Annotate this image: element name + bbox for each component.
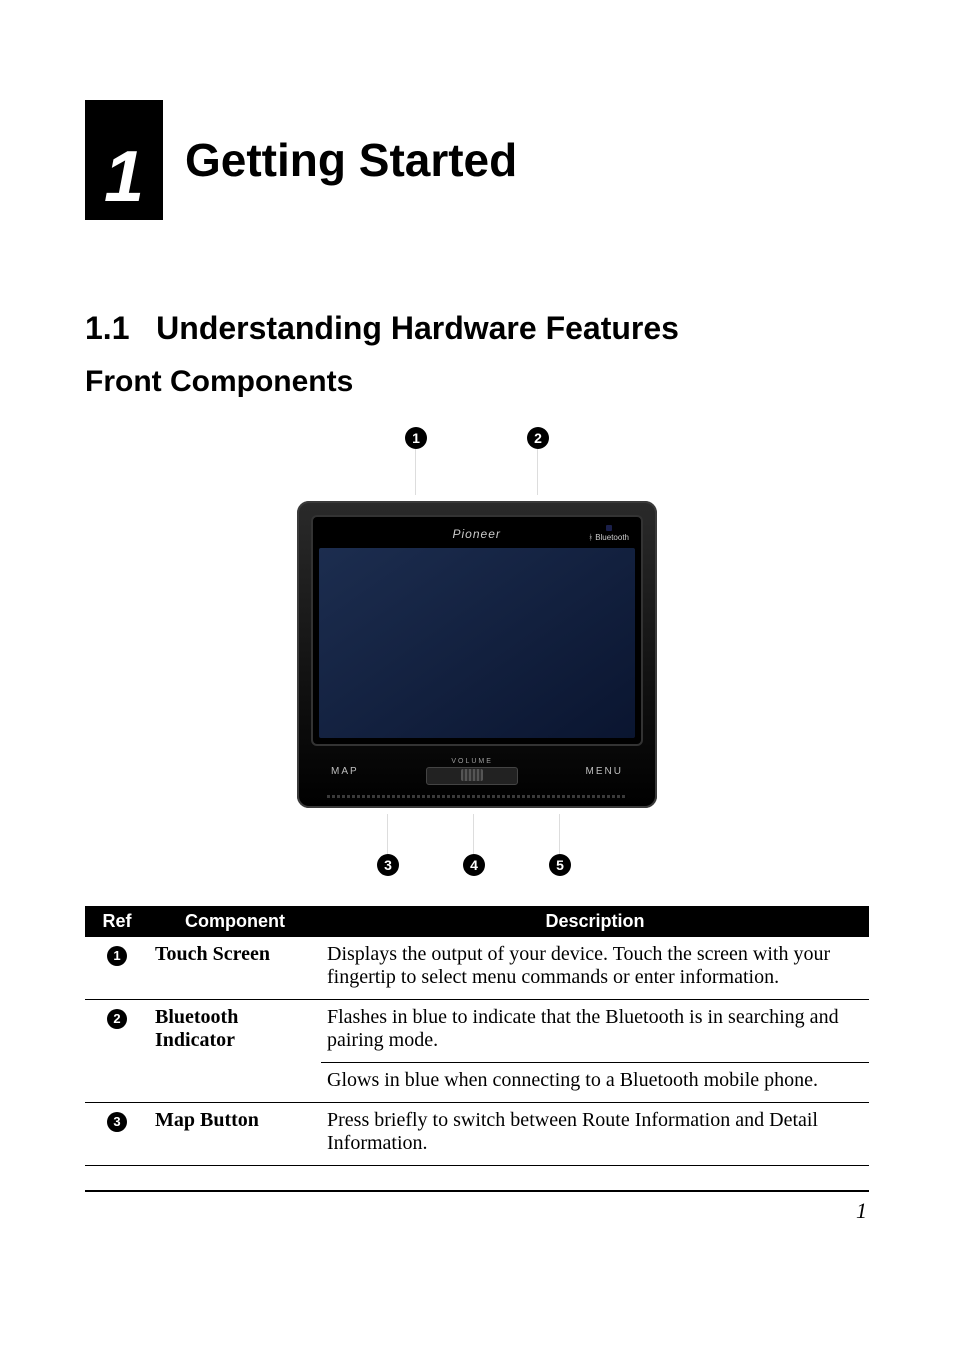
- callout-line: [559, 814, 561, 854]
- table-cell-description: Displays the output of your device. Touc…: [321, 937, 869, 1000]
- callout-line: [387, 814, 389, 854]
- ref-badge: 3: [107, 1112, 127, 1132]
- device: Pioneer ᚼ Bluetooth MAP VOLUME: [297, 501, 657, 808]
- volume-thumb-icon: [461, 769, 483, 781]
- callout-line: [473, 814, 475, 854]
- ref-badge: 1: [107, 946, 127, 966]
- volume-label: VOLUME: [451, 758, 493, 765]
- subsection-heading: Front Components: [85, 365, 869, 399]
- bluetooth-label-text: Bluetooth: [595, 533, 629, 542]
- section-number: 1.1: [85, 310, 129, 346]
- device-controls: MAP VOLUME MENU: [311, 754, 643, 789]
- callout-5: 5: [549, 814, 571, 876]
- section-title: Understanding Hardware Features: [156, 310, 679, 346]
- callout-2: 2: [527, 427, 549, 495]
- page: 1 Getting Started 1.1 Understanding Hard…: [0, 0, 954, 1355]
- table-cell-description: Press briefly to switch between Route In…: [321, 1103, 869, 1166]
- figure-callouts-bottom: 3 4 5: [284, 814, 664, 876]
- table-cell-ref: 1: [85, 937, 149, 1000]
- page-number: 1: [85, 1198, 869, 1224]
- callout-line: [537, 449, 539, 495]
- callout-4: 4: [463, 814, 485, 876]
- table-cell-description: Flashes in blue to indicate that the Blu…: [321, 1000, 869, 1063]
- callout-number: 1: [405, 427, 427, 449]
- callout-number: 4: [463, 854, 485, 876]
- device-brand: Pioneer: [365, 527, 588, 541]
- chapter-number: 1: [85, 134, 163, 220]
- bluetooth-label: ᚼ Bluetooth: [588, 533, 629, 542]
- table-cell-component: Touch Screen: [149, 937, 321, 1000]
- chapter-number-block: 1: [85, 100, 163, 220]
- table-cell-ref: 3: [85, 1103, 149, 1166]
- device-bezel-top: Pioneer ᚼ Bluetooth: [319, 523, 635, 548]
- volume-control: VOLUME: [426, 758, 518, 785]
- callout-number: 2: [527, 427, 549, 449]
- table-header-row: Ref Component Description: [85, 906, 869, 937]
- callout-3: 3: [377, 814, 399, 876]
- map-button-label: MAP: [331, 766, 359, 777]
- table-cell-component: Bluetooth Indicator: [149, 1000, 321, 1103]
- bluetooth-indicator: ᚼ Bluetooth: [588, 525, 629, 542]
- section-heading: 1.1 Understanding Hardware Features: [85, 310, 869, 347]
- table-row: 1 Touch Screen Displays the output of yo…: [85, 937, 869, 1000]
- table-row: 2 Bluetooth Indicator Flashes in blue to…: [85, 1000, 869, 1063]
- device-touchscreen: [319, 548, 635, 738]
- table-cell-ref: 2: [85, 1000, 149, 1103]
- bluetooth-led-icon: [606, 525, 612, 531]
- table-cell-description: Glows in blue when connecting to a Bluet…: [321, 1063, 869, 1103]
- callout-number: 5: [549, 854, 571, 876]
- table-cell-component: Map Button: [149, 1103, 321, 1166]
- footer-rule: [85, 1190, 869, 1192]
- device-screen-frame: Pioneer ᚼ Bluetooth: [311, 515, 643, 746]
- callout-line: [415, 449, 417, 495]
- speaker-grille-icon: [327, 795, 627, 798]
- bluetooth-glyph-icon: ᚼ: [588, 533, 593, 542]
- components-table: Ref Component Description 1 Touch Screen…: [85, 906, 869, 1166]
- ref-badge: 2: [107, 1009, 127, 1029]
- device-figure: 1 2 Pioneer ᚼ Bluetooth: [287, 427, 667, 876]
- callout-number: 3: [377, 854, 399, 876]
- menu-button-label: MENU: [586, 766, 623, 777]
- figure-callouts-top: 1 2: [287, 427, 667, 495]
- table-header-description: Description: [321, 906, 869, 937]
- chapter-title: Getting Started: [185, 133, 517, 187]
- chapter-heading: 1 Getting Started: [85, 100, 869, 220]
- table-row: 3 Map Button Press briefly to switch bet…: [85, 1103, 869, 1166]
- table-header-ref: Ref: [85, 906, 149, 937]
- callout-1: 1: [405, 427, 427, 495]
- volume-slider: [426, 767, 518, 785]
- table-header-component: Component: [149, 906, 321, 937]
- chapter-decoration-bar: [85, 100, 163, 134]
